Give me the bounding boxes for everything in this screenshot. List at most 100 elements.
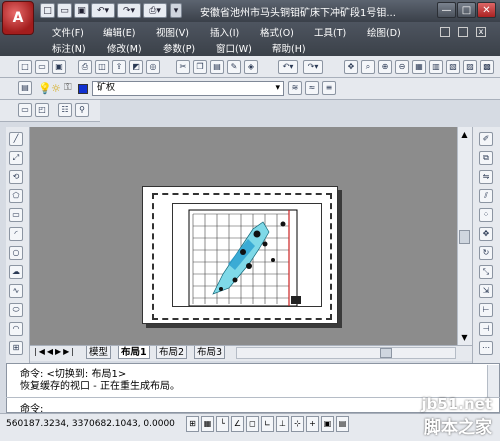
tool-palettes-icon[interactable]: ▧ <box>446 60 460 74</box>
sun-icon[interactable]: ☼ <box>51 82 61 95</box>
ellipse-icon[interactable]: ⬭ <box>9 303 23 317</box>
scroll-up-icon[interactable]: ▲ <box>458 130 471 141</box>
markup-icon[interactable]: ▩ <box>480 60 494 74</box>
revision-cloud-icon[interactable]: ☁ <box>9 265 23 279</box>
new-icon[interactable]: □ <box>40 3 55 18</box>
ucs-icon[interactable]: ⊥ <box>276 416 289 432</box>
redo-icon[interactable]: ↷▾ <box>303 60 323 74</box>
open-icon[interactable]: ▭ <box>35 60 49 74</box>
doc-minimize-button[interactable] <box>440 27 450 37</box>
construction-line-icon[interactable]: ⤢ <box>9 151 23 165</box>
layer-states-icon[interactable]: ≡ <box>322 81 336 95</box>
rotate-icon[interactable]: ↻ <box>479 246 493 260</box>
paste-icon[interactable]: ▤ <box>210 60 224 74</box>
horizontal-scrollbar[interactable] <box>236 347 456 359</box>
pan-icon[interactable]: ✥ <box>344 60 358 74</box>
vertical-scroll-thumb[interactable] <box>459 230 470 244</box>
save-icon[interactable]: ▣ <box>52 60 66 74</box>
grid-display-icon[interactable]: ▦ <box>201 416 214 432</box>
break-icon[interactable]: ⋯ <box>479 341 493 355</box>
array-icon[interactable]: ⁘ <box>479 208 493 222</box>
sheet-set-manager-icon[interactable]: ▨ <box>463 60 477 74</box>
redo-icon[interactable]: ↷▾ <box>117 3 141 18</box>
doc-restore-button[interactable] <box>458 27 468 37</box>
stretch-icon[interactable]: ⇲ <box>479 284 493 298</box>
tab-layout2[interactable]: 布局2 <box>156 346 188 359</box>
menu-edit[interactable]: 编辑(E) <box>103 25 135 39</box>
doc-close-button[interactable]: x <box>476 27 486 37</box>
menu-dimension[interactable]: 标注(N) <box>52 41 86 55</box>
zoom-window-icon[interactable]: ⊕ <box>378 60 392 74</box>
undo-icon[interactable]: ↶▾ <box>278 60 298 74</box>
make-current-layer-icon[interactable]: ≋ <box>288 81 302 95</box>
snap-mode-icon[interactable]: ⊞ <box>186 416 199 432</box>
design-center-icon[interactable]: ▥ <box>429 60 443 74</box>
zoom-previous-icon[interactable]: ⊖ <box>395 60 409 74</box>
scroll-down-icon[interactable]: ▼ <box>458 333 471 344</box>
close-button[interactable]: ✕ <box>477 2 496 18</box>
line-icon[interactable]: ╱ <box>9 132 23 146</box>
cut-icon[interactable]: ✂ <box>176 60 190 74</box>
viewport-clip-icon[interactable]: ☷ <box>58 103 72 117</box>
viewport-icon[interactable]: ▭ <box>18 103 32 117</box>
erase-icon[interactable]: ✐ <box>479 132 493 146</box>
maximize-button[interactable]: □ <box>457 2 476 18</box>
menu-view[interactable]: 视图(V) <box>156 25 189 39</box>
properties-icon[interactable]: ▦ <box>412 60 426 74</box>
tab-layout1[interactable]: 布局1 <box>118 346 150 359</box>
polar-tracking-icon[interactable]: ∠ <box>231 416 244 432</box>
copy-object-icon[interactable]: ⧉ <box>479 151 493 165</box>
menu-format[interactable]: 格式(O) <box>260 25 294 39</box>
lightbulb-icon[interactable]: 💡 <box>38 82 52 95</box>
plot-icon[interactable]: ⎙ <box>78 60 92 74</box>
layer-dropdown[interactable]: 矿权 ▾ <box>92 81 284 96</box>
new-icon[interactable]: □ <box>18 60 32 74</box>
lock-icon[interactable]: ⚿ <box>64 82 72 93</box>
plot-icon[interactable]: ⎙▾ <box>143 3 167 18</box>
ellipse-arc-icon[interactable]: ◠ <box>9 322 23 336</box>
application-menu-button[interactable]: A <box>2 1 34 35</box>
match-properties-icon[interactable]: ✎ <box>227 60 241 74</box>
menu-window[interactable]: 窗口(W) <box>216 41 252 55</box>
layer-properties-icon[interactable]: ▤ <box>18 81 32 95</box>
menu-modify[interactable]: 修改(M) <box>107 41 142 55</box>
polygon-icon[interactable]: ⬠ <box>9 189 23 203</box>
trim-icon[interactable]: ⊢ <box>479 303 493 317</box>
object-snap-icon[interactable]: ◻ <box>246 416 259 432</box>
viewport-polygon-icon[interactable]: ◰ <box>35 103 49 117</box>
viewport-scale-icon[interactable]: ⚲ <box>75 103 89 117</box>
tab-model[interactable]: 模型 <box>86 346 112 359</box>
ortho-mode-icon[interactable]: └ <box>216 416 229 432</box>
circle-icon[interactable]: ○ <box>9 246 23 260</box>
zoom-realtime-icon[interactable]: ⌕ <box>361 60 375 74</box>
command-scrollbar[interactable] <box>487 365 499 397</box>
horizontal-scroll-thumb[interactable] <box>380 348 392 358</box>
tab-layout3[interactable]: 布局3 <box>194 346 226 359</box>
move-icon[interactable]: ✥ <box>479 227 493 241</box>
copy-icon[interactable]: ❐ <box>193 60 207 74</box>
menu-insert[interactable]: 插入(I) <box>210 25 239 39</box>
plot-preview-icon[interactable]: ◫ <box>95 60 109 74</box>
layer-previous-icon[interactable]: ≈ <box>305 81 319 95</box>
arc-icon[interactable]: ◜ <box>9 227 23 241</box>
minimize-button[interactable]: — <box>437 2 456 18</box>
quick-properties-icon[interactable]: ▣ <box>321 416 334 432</box>
offset-icon[interactable]: ⫽ <box>479 189 493 203</box>
polyline-icon[interactable]: ⟲ <box>9 170 23 184</box>
menu-tools[interactable]: 工具(T) <box>314 25 346 39</box>
spline-icon[interactable]: ∿ <box>9 284 23 298</box>
scale-icon[interactable]: ⤡ <box>479 265 493 279</box>
menu-file[interactable]: 文件(F) <box>52 25 84 39</box>
mirror-icon[interactable]: ⇋ <box>479 170 493 184</box>
menu-parametric[interactable]: 参数(P) <box>163 41 195 55</box>
save-icon[interactable]: ▣ <box>74 3 89 18</box>
undo-icon[interactable]: ↶▾ <box>91 3 115 18</box>
rectangle-icon[interactable]: ▭ <box>9 208 23 222</box>
sheet-set-icon[interactable]: ◎ <box>146 60 160 74</box>
layout-viewport[interactable] <box>172 203 322 307</box>
open-icon[interactable]: ▭ <box>57 3 72 18</box>
quick-access-dropdown-icon[interactable]: ▾ <box>170 3 182 18</box>
extend-icon[interactable]: ⊣ <box>479 322 493 336</box>
object-snap-tracking-icon[interactable]: ∟ <box>261 416 274 432</box>
dynamic-input-icon[interactable]: ⊹ <box>291 416 304 432</box>
